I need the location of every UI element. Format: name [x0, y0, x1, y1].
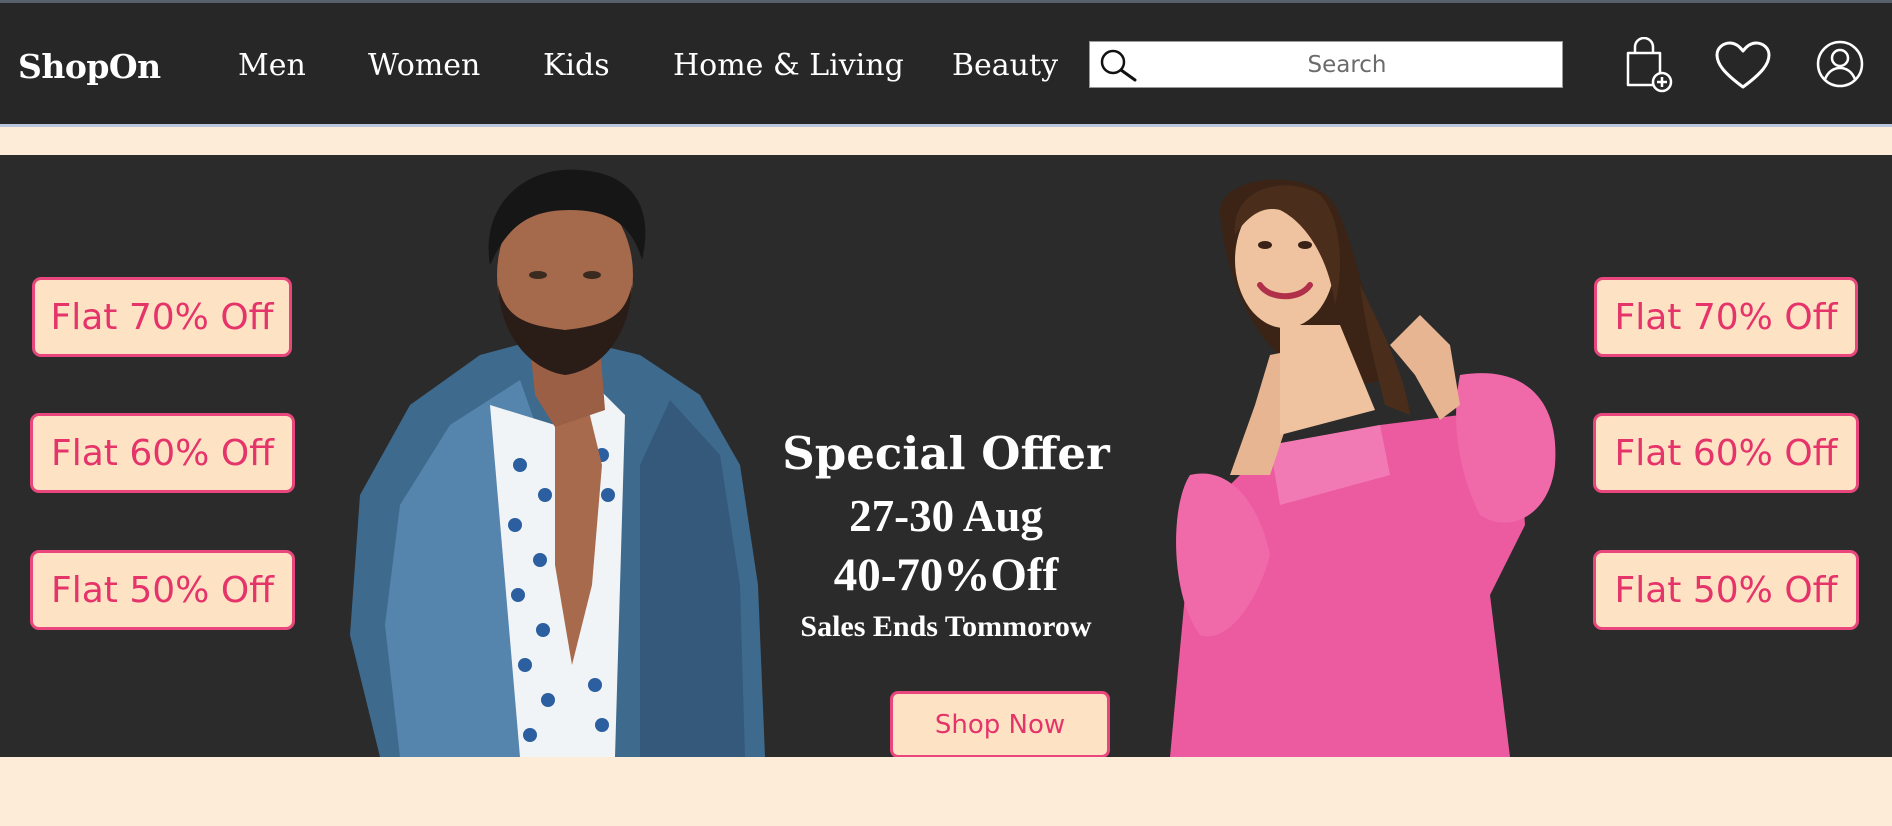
search-box[interactable] — [1089, 41, 1563, 88]
nav-link-beauty[interactable]: Beauty — [952, 48, 1058, 83]
offer-button-right-70[interactable]: Flat 70% Off — [1594, 277, 1858, 357]
nav-link-men[interactable]: Men — [238, 48, 306, 83]
sale-note: Sales Ends Tommorow — [800, 610, 1092, 643]
hero-banner: Flat 70% Off Flat 60% Off Flat 50% Off F… — [0, 155, 1892, 757]
user-icon[interactable] — [1815, 39, 1865, 93]
sale-dates: 27-30 Aug — [849, 491, 1043, 541]
nav-link-women[interactable]: Women — [368, 48, 480, 83]
nav-link-home-living[interactable]: Home & Living — [673, 48, 904, 83]
shopping-bag-icon[interactable] — [1622, 36, 1674, 97]
special-offer-heading: Special Offer — [782, 427, 1110, 480]
nav-link-kids[interactable]: Kids — [543, 48, 610, 83]
shop-now-button[interactable]: Shop Now — [890, 691, 1110, 757]
search-input[interactable] — [1142, 42, 1552, 87]
heart-icon[interactable] — [1714, 41, 1772, 95]
spacer-strip — [0, 127, 1892, 155]
brand-logo[interactable]: ShopOn — [18, 47, 161, 86]
navbar: ShopOn Men Women Kids Home & Living Beau… — [0, 3, 1892, 127]
sale-discount: 40-70%Off — [833, 549, 1059, 601]
search-icon[interactable] — [1097, 47, 1139, 87]
offer-button-left-70[interactable]: Flat 70% Off — [32, 277, 292, 357]
